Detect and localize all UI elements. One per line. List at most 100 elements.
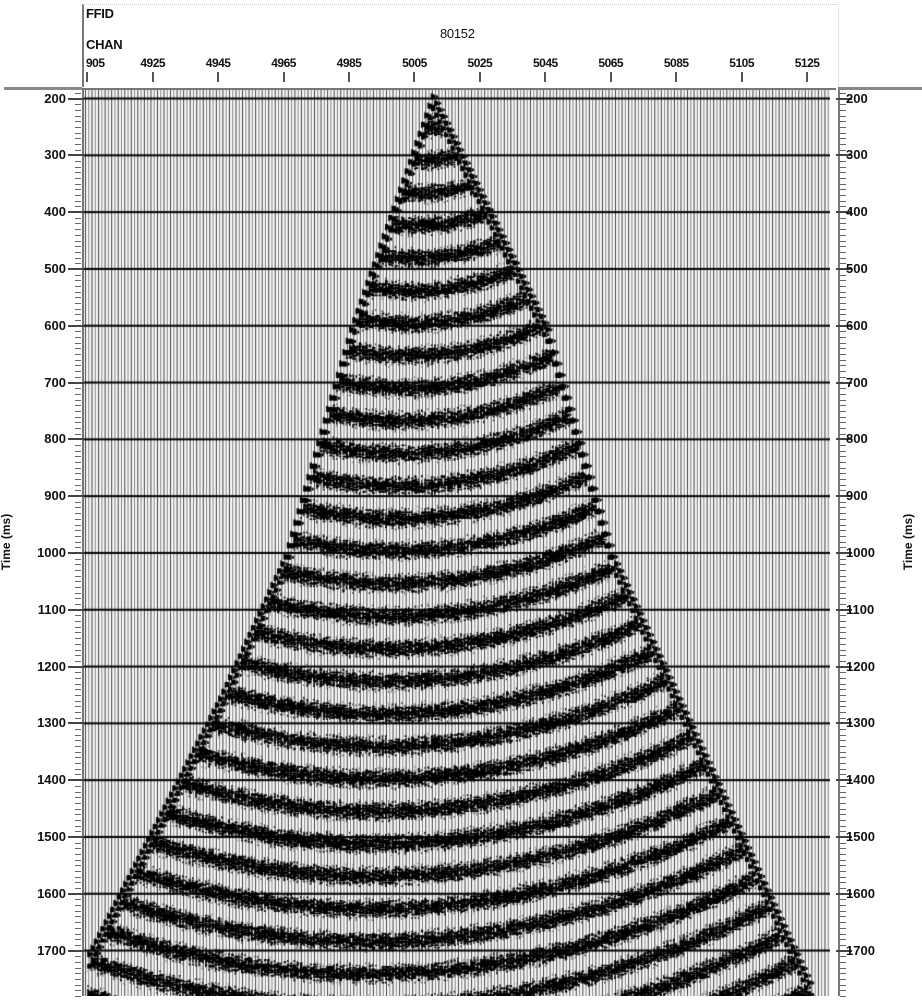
y-tick-label-right: 900 <box>846 488 868 504</box>
y-minor-tick <box>840 195 846 197</box>
y-minor-tick <box>75 195 81 197</box>
y-minor-tick <box>75 189 81 191</box>
y-minor-tick <box>75 393 81 395</box>
y-minor-tick <box>75 172 81 174</box>
y-minor-tick <box>840 802 846 804</box>
y-minor-tick <box>840 223 846 225</box>
y-minor-tick <box>75 956 81 958</box>
y-minor-tick <box>75 348 81 350</box>
y-tick-label-left: 200 <box>44 90 66 106</box>
y-minor-tick <box>75 939 81 941</box>
y-major-tick <box>68 97 84 100</box>
y-minor-tick <box>840 797 846 799</box>
y-tick-label-right: 1500 <box>846 828 875 844</box>
y-minor-tick <box>840 479 846 481</box>
y-minor-tick <box>840 933 846 935</box>
y-minor-tick <box>840 183 846 185</box>
y-tick-label-left: 1700 <box>37 942 66 958</box>
y-minor-tick <box>75 569 81 571</box>
y-minor-tick <box>840 990 846 992</box>
y-minor-tick <box>75 297 81 299</box>
ffid-label: FFID <box>86 6 114 21</box>
y-minor-tick <box>75 274 81 276</box>
y-minor-tick <box>840 109 846 111</box>
y-minor-tick <box>75 774 81 776</box>
y-tick-label-left: 400 <box>44 204 66 220</box>
y-minor-tick <box>840 126 846 128</box>
y-major-tick <box>68 892 84 895</box>
x-tick-mark <box>282 72 285 82</box>
x-tick-mark <box>806 72 809 82</box>
y-minor-tick <box>75 621 81 623</box>
y-minor-tick <box>840 876 846 878</box>
y-minor-tick <box>840 626 846 628</box>
y-minor-tick <box>75 615 81 617</box>
y-minor-tick <box>840 337 846 339</box>
y-minor-tick <box>75 433 81 435</box>
y-minor-tick <box>75 876 81 878</box>
y-minor-tick <box>75 558 81 560</box>
y-minor-tick <box>75 263 81 265</box>
y-minor-tick <box>840 518 846 520</box>
y-minor-tick <box>75 978 81 980</box>
y-minor-tick <box>75 734 81 736</box>
y-major-tick <box>68 608 84 611</box>
x-tick-mark <box>675 72 678 82</box>
header-panel <box>82 4 839 87</box>
y-minor-tick <box>75 251 81 253</box>
y-minor-tick <box>75 961 81 963</box>
y-minor-tick <box>75 388 81 390</box>
y-minor-tick <box>840 280 846 282</box>
y-minor-tick <box>75 285 81 287</box>
y-minor-tick <box>840 342 846 344</box>
y-minor-tick <box>75 456 81 458</box>
y-minor-tick <box>840 734 846 736</box>
y-minor-tick <box>75 791 81 793</box>
y-minor-tick <box>840 507 846 509</box>
y-minor-tick <box>840 422 846 424</box>
y-minor-tick <box>840 575 846 577</box>
y-minor-tick <box>840 700 846 702</box>
y-minor-tick <box>75 802 81 804</box>
y-minor-tick <box>75 672 81 674</box>
y-minor-tick <box>840 246 846 248</box>
y-tick-label-left: 800 <box>44 431 66 447</box>
y-tick-label-right: 1700 <box>846 942 875 958</box>
x-tick-label: 5125 <box>794 56 820 70</box>
y-minor-tick <box>75 757 81 759</box>
y-minor-tick <box>75 547 81 549</box>
y-minor-tick <box>75 115 81 117</box>
y-minor-tick <box>840 473 846 475</box>
y-minor-tick <box>75 990 81 992</box>
y-minor-tick <box>75 161 81 162</box>
y-minor-tick <box>840 592 846 594</box>
y-minor-tick <box>840 178 846 180</box>
y-minor-tick <box>75 626 81 628</box>
y-tick-label-right: 1600 <box>846 885 875 901</box>
y-minor-tick <box>840 462 846 464</box>
y-minor-tick <box>75 314 81 316</box>
y-minor-tick <box>75 683 81 685</box>
y-tick-label-right: 400 <box>846 204 868 220</box>
y-minor-tick <box>75 729 81 731</box>
y-minor-tick <box>75 899 81 901</box>
y-minor-tick <box>75 308 81 310</box>
y-minor-tick <box>75 331 81 333</box>
x-tick-label: 5045 <box>532 56 558 70</box>
y-minor-tick <box>75 564 81 566</box>
y-minor-tick <box>840 484 846 486</box>
y-tick-label-right: 1100 <box>846 601 875 617</box>
y-minor-tick <box>840 166 846 168</box>
y-minor-tick <box>75 888 81 890</box>
y-minor-tick <box>840 115 846 117</box>
y-minor-tick <box>75 587 81 589</box>
y-major-tick <box>68 381 84 384</box>
y-minor-tick <box>840 922 846 924</box>
y-minor-tick <box>75 944 81 946</box>
y-minor-tick <box>75 410 81 412</box>
y-minor-tick <box>840 916 846 918</box>
y-minor-tick <box>840 910 846 912</box>
y-minor-tick <box>840 229 846 231</box>
y-minor-tick <box>75 882 81 884</box>
y-minor-tick <box>75 842 81 844</box>
